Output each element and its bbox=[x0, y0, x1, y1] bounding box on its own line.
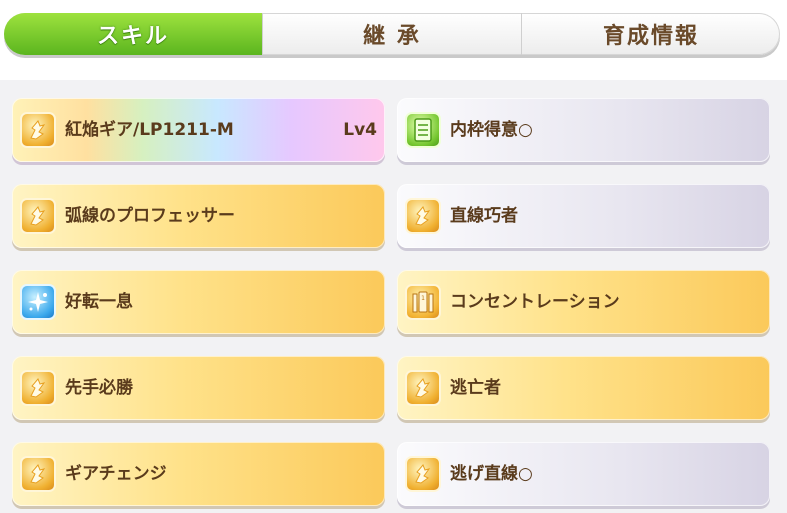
tab-inheritance[interactable]: 継 承 bbox=[262, 13, 521, 55]
skill-name: 逃げ直線○ bbox=[450, 464, 533, 484]
svg-text:1: 1 bbox=[421, 295, 425, 302]
skill-level: Lv4 bbox=[343, 120, 377, 140]
skill-name: 直線巧者 bbox=[450, 206, 518, 226]
skill-card[interactable]: 直線巧者 bbox=[397, 184, 770, 248]
tab-skills[interactable]: スキル bbox=[4, 13, 262, 55]
starting-gate-icon: 1 bbox=[405, 284, 441, 320]
stamina-recovery-icon bbox=[20, 284, 56, 320]
skill-name: 好転一息 bbox=[65, 292, 133, 312]
tab-bar: スキル 継 承 育成情報 bbox=[4, 13, 780, 55]
skill-name: 逃亡者 bbox=[450, 378, 501, 398]
skill-card[interactable]: ギアチェンジ bbox=[12, 442, 385, 506]
speed-up-icon bbox=[405, 456, 441, 492]
skill-card[interactable]: 先手必勝 bbox=[12, 356, 385, 420]
skill-list: 紅焔ギア/LP1211-M Lv4 内枠得意○ 弧線のプロフェッサー 直線巧者 bbox=[12, 98, 770, 506]
tab-training-info[interactable]: 育成情報 bbox=[521, 13, 780, 55]
skill-card[interactable]: 弧線のプロフェッサー bbox=[12, 184, 385, 248]
skill-name: 内枠得意○ bbox=[450, 120, 533, 140]
speed-up-icon bbox=[20, 370, 56, 406]
skill-panel: 紅焔ギア/LP1211-M Lv4 内枠得意○ 弧線のプロフェッサー 直線巧者 bbox=[0, 80, 787, 513]
skill-name: ギアチェンジ bbox=[65, 464, 167, 484]
speed-up-icon bbox=[20, 456, 56, 492]
skill-card[interactable]: 1 コンセントレーション bbox=[397, 270, 770, 334]
skill-card[interactable]: 逃亡者 bbox=[397, 356, 770, 420]
skill-card-unique[interactable]: 紅焔ギア/LP1211-M Lv4 bbox=[12, 98, 385, 162]
speed-up-icon bbox=[20, 198, 56, 234]
skill-name: コンセントレーション bbox=[450, 292, 620, 312]
skill-name: 弧線のプロフェッサー bbox=[65, 206, 235, 226]
speed-up-icon bbox=[405, 198, 441, 234]
speed-up-icon bbox=[405, 370, 441, 406]
skill-card[interactable]: 好転一息 bbox=[12, 270, 385, 334]
skill-card[interactable]: 逃げ直線○ bbox=[397, 442, 770, 506]
skill-card[interactable]: 内枠得意○ bbox=[397, 98, 770, 162]
skill-name: 紅焔ギア/LP1211-M bbox=[65, 120, 234, 140]
speed-up-icon bbox=[20, 112, 56, 148]
skill-name: 先手必勝 bbox=[65, 378, 133, 398]
green-skill-icon bbox=[405, 112, 441, 148]
